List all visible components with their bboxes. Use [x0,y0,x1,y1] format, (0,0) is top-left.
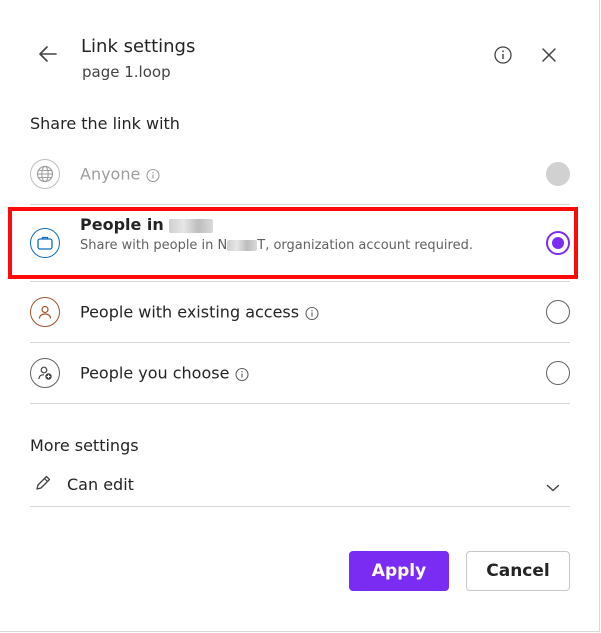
apply-button[interactable]: Apply [349,551,449,591]
info-icon[interactable] [305,305,319,320]
close-icon[interactable] [539,45,559,65]
dialog-header: Link settings page 1.loop [30,34,571,86]
back-arrow-icon[interactable] [36,42,60,66]
redacted-org-name [227,240,258,251]
option-people-in-org[interactable]: People in Share with people in N T, organ… [30,205,570,282]
briefcase-icon [30,228,60,258]
cancel-button[interactable]: Cancel [466,551,570,591]
redacted-org-name [169,218,214,233]
info-icon[interactable] [146,167,160,182]
radio-existing-access[interactable] [546,300,570,324]
option-people-in-org-label: People in [80,215,473,234]
dialog-subtitle: page 1.loop [82,63,171,81]
info-icon[interactable] [235,366,249,381]
more-settings-title: More settings [30,436,139,455]
option-people-in-org-description: Share with people in N T, organization ac… [80,238,473,253]
permission-value: Can edit [67,475,134,494]
radio-people-in-org[interactable] [546,231,570,255]
share-section-title: Share the link with [30,114,180,133]
info-icon[interactable] [493,45,513,65]
radio-people-you-choose[interactable] [546,361,570,385]
chevron-down-icon [546,478,560,492]
option-people-in-org-text: People in Share with people in N T, organ… [80,215,473,253]
radio-anyone[interactable] [546,162,570,186]
pencil-icon [34,474,52,492]
option-anyone[interactable]: Anyone [30,144,570,205]
option-existing-access-label: People with existing access [80,303,319,322]
permission-dropdown[interactable]: Can edit [30,466,570,507]
person-add-icon [30,358,60,388]
globe-icon [30,159,60,189]
option-existing-access[interactable]: People with existing access [30,282,570,343]
dialog-title: Link settings [81,36,196,57]
option-people-you-choose[interactable]: People you choose [30,343,570,404]
option-anyone-label: Anyone [80,165,160,184]
person-icon [30,297,60,327]
option-people-you-choose-label: People you choose [80,364,249,383]
